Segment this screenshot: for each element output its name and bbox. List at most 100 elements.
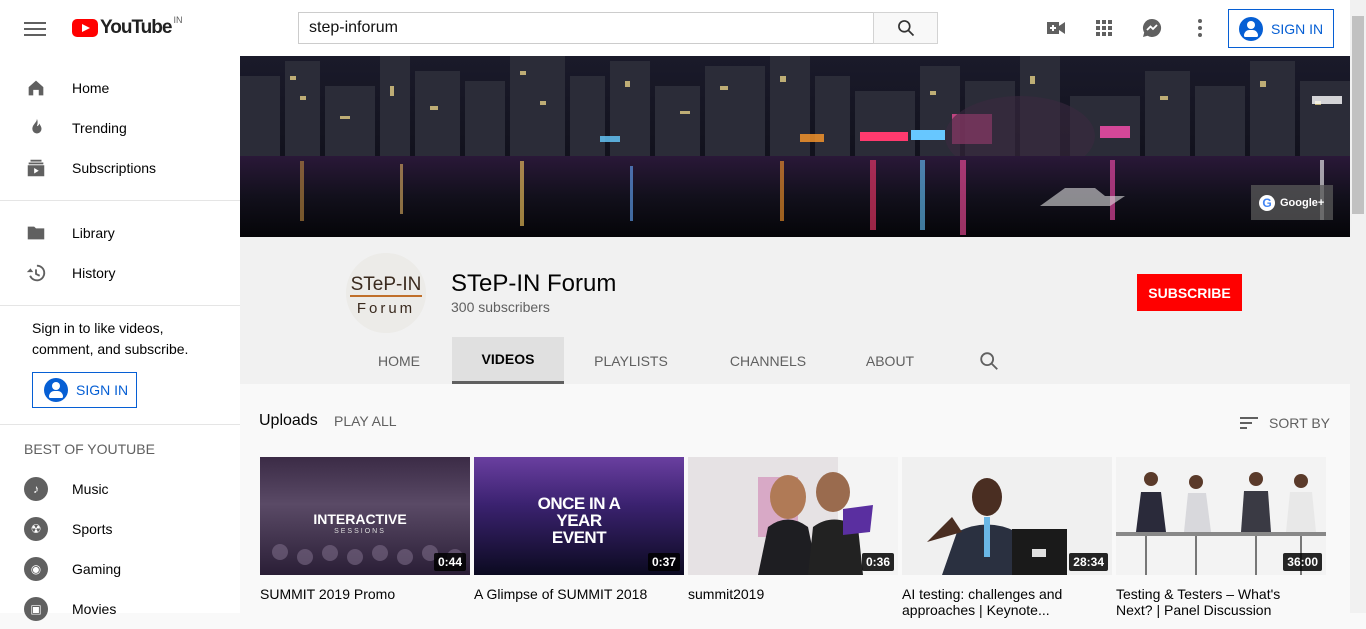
- tab-playlists[interactable]: PLAYLISTS: [564, 337, 698, 384]
- sidebar-item-label: Home: [72, 80, 110, 96]
- sidebar-divider: [0, 424, 240, 425]
- thumbnail-subtext: SESSIONS: [334, 528, 386, 535]
- avatar-text-bottom: Forum: [357, 300, 415, 317]
- subscribe-button[interactable]: SUBSCRIBE: [1137, 274, 1242, 311]
- sidebar-item-label: Gaming: [72, 561, 122, 577]
- sidebar-item-movies[interactable]: ▣ Movies: [0, 589, 240, 629]
- uploads-heading[interactable]: Uploads: [259, 412, 318, 430]
- video-thumbnail[interactable]: INTERACTIVE SESSIONS 0:44: [260, 457, 470, 575]
- sports-icon: ☢: [24, 517, 48, 541]
- sidebar-item-subscriptions[interactable]: Subscriptions: [0, 148, 240, 188]
- sign-in-button[interactable]: SIGN IN: [1228, 9, 1334, 48]
- channel-banner: G Google+: [240, 56, 1350, 237]
- video-item[interactable]: INTERACTIVE SESSIONS 0:44 SUMMIT 2019 Pr…: [260, 457, 470, 618]
- sidebar-item-sports[interactable]: ☢ Sports: [0, 509, 240, 549]
- video-item[interactable]: 0:36 summit2019: [688, 457, 898, 618]
- city-skyline-image: [240, 56, 1350, 237]
- account-icon: [1239, 16, 1263, 41]
- video-title[interactable]: AI testing: challenges and approaches | …: [902, 586, 1102, 618]
- page-scrollbar[interactable]: [1350, 0, 1366, 613]
- sidebar-item-trending[interactable]: Trending: [0, 108, 240, 148]
- video-duration: 0:44: [433, 553, 466, 571]
- sidebar-item-history[interactable]: History: [0, 253, 240, 293]
- play-all-button[interactable]: PLAY ALL: [334, 413, 397, 429]
- logo-text: YouTube: [100, 17, 172, 38]
- search-button[interactable]: [873, 12, 938, 44]
- video-duration: 0:36: [861, 553, 894, 571]
- sidebar-item-label: Music: [72, 481, 109, 497]
- video-duration: 28:34: [1069, 553, 1108, 571]
- home-icon: [24, 76, 48, 100]
- video-title[interactable]: SUMMIT 2019 Promo: [260, 586, 460, 602]
- video-item[interactable]: 36:00 Testing & Testers – What's Next? |…: [1116, 457, 1326, 618]
- uploads-section: Uploads PLAY ALL SORT BY INTERACTIVE SES…: [240, 384, 1350, 618]
- search-input[interactable]: step-inforum: [298, 12, 874, 44]
- video-thumbnail[interactable]: 28:34: [902, 457, 1112, 575]
- google-g-icon: G: [1259, 194, 1275, 211]
- history-icon: [24, 261, 48, 285]
- video-duration: 36:00: [1283, 553, 1322, 571]
- gaming-icon: ◉: [24, 557, 48, 581]
- avatar-text-top: STeP-IN: [351, 274, 422, 295]
- sidebar-item-label: Library: [72, 225, 115, 241]
- sidebar-sign-in-button[interactable]: SIGN IN: [32, 372, 137, 408]
- youtube-logo[interactable]: YouTube IN: [72, 15, 183, 39]
- google-plus-link[interactable]: G Google+: [1251, 185, 1333, 220]
- video-duration: 0:37: [647, 553, 680, 571]
- tab-home[interactable]: HOME: [346, 337, 452, 384]
- subscriptions-icon: [24, 156, 48, 180]
- sidebar-item-label: Subscriptions: [72, 160, 157, 176]
- music-icon: ♪: [24, 477, 48, 501]
- sidebar-item-label: Sports: [72, 521, 113, 537]
- video-item[interactable]: ONCE IN A YEAR EVENT 0:37 A Glimpse of S…: [474, 457, 684, 618]
- video-title[interactable]: summit2019: [688, 586, 888, 602]
- sidebar-item-music[interactable]: ♪ Music: [0, 469, 240, 509]
- sidebar: Home Trending Subscriptions Library Hist…: [0, 56, 240, 621]
- sidebar-divider: [0, 305, 240, 306]
- sidebar-item-library[interactable]: Library: [0, 213, 240, 253]
- movies-icon: ▣: [24, 597, 48, 621]
- scrollbar-thumb[interactable]: [1352, 16, 1364, 214]
- thumbnail-text: INTERACTIVE: [313, 511, 406, 527]
- tab-about[interactable]: ABOUT: [838, 337, 942, 384]
- channel-tabs: HOME VIDEOS PLAYLISTS CHANNELS ABOUT: [346, 337, 1036, 384]
- youtube-play-icon: [72, 19, 98, 37]
- thumbnail-text: ONCE IN A YEAR EVENT: [537, 494, 621, 547]
- messages-icon[interactable]: [1140, 16, 1164, 40]
- sort-by-button[interactable]: SORT BY: [1237, 411, 1330, 435]
- apps-grid-icon[interactable]: [1092, 16, 1116, 40]
- channel-header: STeP-IN Forum STeP-IN Forum 300 subscrib…: [240, 237, 1350, 384]
- library-icon: [24, 221, 48, 245]
- sort-icon: [1240, 417, 1259, 429]
- video-thumbnail[interactable]: 36:00: [1116, 457, 1326, 575]
- create-video-icon[interactable]: [1044, 16, 1068, 40]
- video-grid: INTERACTIVE SESSIONS 0:44 SUMMIT 2019 Pr…: [260, 457, 1330, 618]
- country-code: IN: [173, 15, 183, 25]
- best-of-youtube-heading: BEST OF YOUTUBE: [24, 441, 155, 457]
- video-thumbnail[interactable]: ONCE IN A YEAR EVENT 0:37: [474, 457, 684, 575]
- channel-search-button[interactable]: [942, 337, 1036, 384]
- google-plus-label: Google+: [1280, 196, 1325, 209]
- video-title[interactable]: Testing & Testers – What's Next? | Panel…: [1116, 586, 1316, 618]
- video-item[interactable]: 28:34 AI testing: challenges and approac…: [902, 457, 1112, 618]
- menu-icon[interactable]: [24, 18, 46, 38]
- sidebar-item-home[interactable]: Home: [0, 68, 240, 108]
- search-icon: [980, 351, 998, 370]
- sign-in-label: SIGN IN: [1271, 20, 1324, 37]
- video-thumbnail[interactable]: 0:36: [688, 457, 898, 575]
- sidebar-item-label: History: [72, 265, 116, 281]
- sidebar-item-gaming[interactable]: ◉ Gaming: [0, 549, 240, 589]
- channel-avatar[interactable]: STeP-IN Forum: [346, 253, 426, 333]
- sidebar-divider: [0, 200, 240, 201]
- sign-in-label: SIGN IN: [76, 382, 129, 398]
- tab-videos[interactable]: VIDEOS: [452, 337, 564, 384]
- sort-by-label: SORT BY: [1269, 415, 1330, 431]
- subscriber-count: 300 subscribers: [451, 299, 550, 315]
- more-options-icon[interactable]: [1188, 16, 1212, 40]
- sidebar-item-label: Movies: [72, 601, 117, 617]
- sidebar-item-label: Trending: [72, 120, 127, 136]
- video-title[interactable]: A Glimpse of SUMMIT 2018: [474, 586, 674, 602]
- tab-channels[interactable]: CHANNELS: [698, 337, 838, 384]
- account-icon: [44, 378, 68, 402]
- search-icon: [897, 20, 914, 37]
